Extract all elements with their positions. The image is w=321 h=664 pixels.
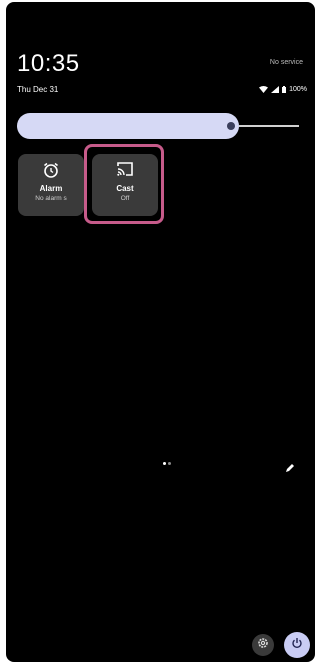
- brightness-thumb[interactable]: [227, 122, 235, 130]
- clock: 10:35: [17, 50, 80, 77]
- carrier-status: No service: [269, 59, 303, 66]
- brightness-slider[interactable]: [17, 113, 302, 139]
- alarm-tile-label: Alarm: [39, 184, 63, 193]
- battery-icon: [282, 86, 287, 93]
- cast-tile[interactable]: Cast Off: [92, 154, 158, 216]
- edit-icon: [285, 460, 295, 477]
- edit-button[interactable]: [285, 460, 295, 478]
- alarm-tile[interactable]: Alarm No alarm s: [18, 154, 84, 216]
- settings-button[interactable]: [252, 634, 274, 656]
- cast-tile-status: Off: [120, 195, 130, 202]
- brightness-track: [239, 125, 299, 127]
- alarm-icon: [18, 161, 84, 181]
- settings-icon: [257, 636, 269, 654]
- cast-icon: [92, 161, 158, 181]
- wifi-icon: [259, 86, 269, 93]
- signal-icon: [271, 86, 280, 93]
- page-indicator: [163, 462, 171, 465]
- status-icons: 100%: [259, 86, 307, 93]
- power-button[interactable]: [284, 632, 310, 658]
- cast-tile-label: Cast: [116, 184, 134, 193]
- power-icon: [291, 636, 303, 654]
- page-dot: [168, 462, 171, 465]
- date: Thu Dec 31: [17, 85, 59, 94]
- alarm-tile-status: No alarm s: [35, 195, 67, 202]
- quick-settings-screen: 10:35 Thu Dec 31 No service 100% Alarm N…: [6, 2, 315, 662]
- brightness-fill: [17, 113, 239, 139]
- battery-percentage: 100%: [289, 86, 307, 93]
- page-dot-active: [163, 462, 166, 465]
